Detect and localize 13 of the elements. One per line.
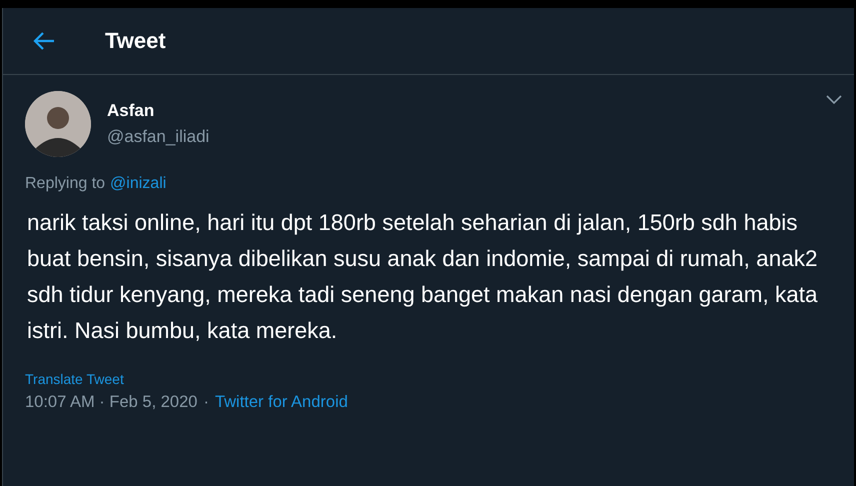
translate-tweet-link[interactable]: Translate Tweet xyxy=(25,371,124,387)
avatar[interactable] xyxy=(25,91,91,157)
author-name[interactable]: Asfan xyxy=(107,101,210,121)
tweet-source-link[interactable]: Twitter for Android xyxy=(214,393,348,412)
chevron-down-icon[interactable] xyxy=(826,95,842,105)
back-arrow-icon[interactable] xyxy=(33,32,55,50)
replying-to-label: Replying to xyxy=(25,175,106,193)
tweet-timestamp: 10:07 AM · Feb 5, 2020 xyxy=(25,393,198,412)
tweet-text: narik taksi online, hari itu dpt 180rb setelah seharian di jalan, 150rb sdh habis buat bensin, sisanya dibelikan susu anak dan indomie, sampai di rumah, anak2 sdh tidur kenyang, mereka tadi seneng banget makan nasi dengan garam, kata istri. Nasi bumbu, kata mereka. xyxy=(27,209,819,345)
separator-dot: · xyxy=(203,393,209,412)
author-handle[interactable]: @asfan_iliadi xyxy=(107,127,210,147)
page-title: Tweet xyxy=(105,28,166,54)
replied-user-link[interactable]: @inizali xyxy=(110,175,166,193)
